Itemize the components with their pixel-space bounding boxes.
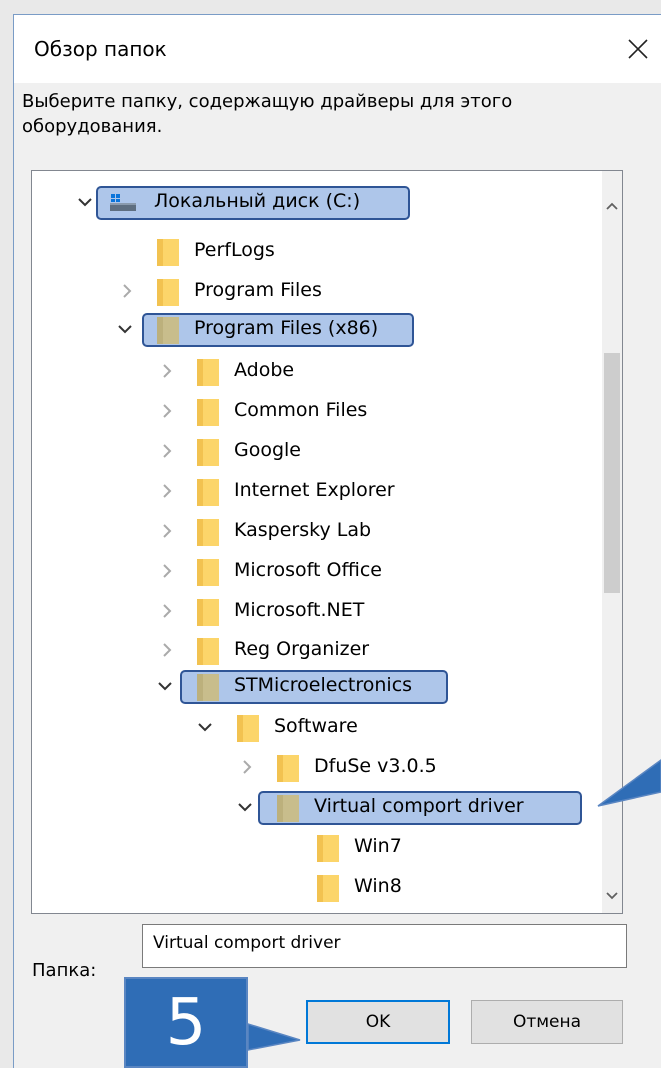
chevron-down-icon[interactable] [116, 320, 134, 338]
dialog-description: Выберите папку, содержащую драйверы для … [22, 91, 513, 137]
folder-icon [197, 519, 219, 546]
tree-item-label: Win7 [354, 835, 402, 857]
tree-item-label: Software [274, 715, 358, 737]
folder-input[interactable]: Virtual comport driver [142, 924, 627, 968]
tree-item-reg-organizer[interactable]: Reg Organizer [32, 632, 592, 668]
tree-item-google[interactable]: Google [32, 433, 592, 469]
chevron-right-icon[interactable] [158, 362, 176, 380]
folder-field-label: Папка: [32, 960, 97, 981]
folder-icon [317, 875, 339, 902]
folder-icon [277, 795, 299, 822]
tree-item-label: Common Files [234, 399, 368, 421]
tree-item-win8[interactable]: Win8 [32, 869, 592, 905]
tree-item-common-files[interactable]: Common Files [32, 393, 592, 429]
tree-item-label: Reg Organizer [234, 638, 370, 660]
folder-icon [197, 599, 219, 626]
chevron-down-icon[interactable] [156, 677, 174, 695]
tree-item-local-disk[interactable]: Локальный диск (C:) [32, 184, 592, 220]
cancel-button[interactable]: Отмена [471, 1000, 623, 1044]
scrollbar-thumb[interactable] [604, 353, 620, 593]
tree-item-microsoft-net[interactable]: Microsoft.NET [32, 593, 592, 629]
folder-icon [197, 559, 219, 586]
folder-icon [157, 279, 179, 306]
tree-item-label: DfuSe v3.0.5 [314, 755, 437, 777]
tree-item-perflogs[interactable]: PerfLogs [32, 233, 592, 269]
chevron-right-icon[interactable] [158, 602, 176, 620]
folder-icon [197, 638, 219, 665]
tree-item-internet-explorer[interactable]: Internet Explorer [32, 473, 592, 509]
tree-item-kaspersky-lab[interactable]: Kaspersky Lab [32, 513, 592, 549]
tree-item-microsoft-office[interactable]: Microsoft Office [32, 553, 592, 589]
folder-icon [157, 317, 179, 344]
tree-item-label: Win8 [354, 875, 402, 897]
chevron-right-icon[interactable] [158, 522, 176, 540]
tree-item-virtual-comport-driver[interactable]: Virtual comport driver [32, 789, 592, 825]
tree-item-dfuse[interactable]: DfuSe v3.0.5 [32, 749, 592, 785]
drive-icon [110, 194, 136, 211]
folder-icon [157, 239, 179, 266]
tree-item-label: Program Files (x86) [194, 317, 379, 339]
folder-icon [197, 439, 219, 466]
folder-icon [197, 479, 219, 506]
folder-icon [277, 755, 299, 782]
folder-icon [317, 835, 339, 862]
tree-item-label: Adobe [234, 359, 295, 381]
tree-item-label: Локальный диск (C:) [154, 190, 361, 212]
tree-item-label: Microsoft Office [234, 559, 382, 581]
step-number-badge: 5 [124, 977, 248, 1068]
scroll-down-icon[interactable] [602, 881, 622, 911]
chevron-right-icon[interactable] [118, 282, 136, 300]
tree-item-stmicroelectronics[interactable]: STMicroelectronics [32, 668, 592, 704]
folder-icon [197, 399, 219, 426]
folder-icon [197, 674, 219, 701]
tree-item-program-files[interactable]: Program Files [32, 273, 592, 309]
tree-item-label: STMicroelectronics [234, 674, 413, 696]
chevron-right-icon[interactable] [238, 758, 256, 776]
title-bar: Обзор папок [14, 15, 661, 83]
chevron-down-icon[interactable] [236, 798, 254, 816]
chevron-right-icon[interactable] [158, 442, 176, 460]
tree-item-software[interactable]: Software [32, 709, 592, 745]
chevron-right-icon[interactable] [158, 482, 176, 500]
chevron-right-icon[interactable] [158, 641, 176, 659]
chevron-down-icon[interactable] [196, 718, 214, 736]
close-button[interactable] [615, 29, 661, 69]
tree-item-label: Kaspersky Lab [234, 519, 372, 541]
scroll-up-icon[interactable] [602, 191, 622, 221]
tree-item-program-files-x86[interactable]: Program Files (x86) [32, 311, 592, 347]
dialog-title: Обзор папок [34, 37, 167, 61]
chevron-right-icon[interactable] [158, 562, 176, 580]
tree-item-label: Virtual comport driver [314, 795, 524, 817]
tree-scrollbar[interactable] [602, 171, 622, 913]
tree-item-label: Internet Explorer [234, 479, 395, 501]
chevron-down-icon[interactable] [76, 193, 94, 211]
tree-item-win7[interactable]: Win7 [32, 829, 592, 865]
tree-item-adobe[interactable]: Adobe [32, 353, 592, 389]
folder-icon [197, 359, 219, 386]
folder-tree[interactable]: Локальный диск (C:) PerfLogs Program Fil… [31, 170, 623, 914]
ok-button[interactable]: OK [306, 1000, 450, 1044]
chevron-right-icon[interactable] [158, 402, 176, 420]
tree-item-label: Google [234, 439, 302, 461]
close-icon [628, 39, 648, 59]
tree-item-label: Program Files [194, 279, 322, 301]
tree-item-label: Microsoft.NET [234, 599, 365, 621]
folder-icon [237, 715, 259, 742]
tree-item-label: PerfLogs [194, 239, 275, 261]
